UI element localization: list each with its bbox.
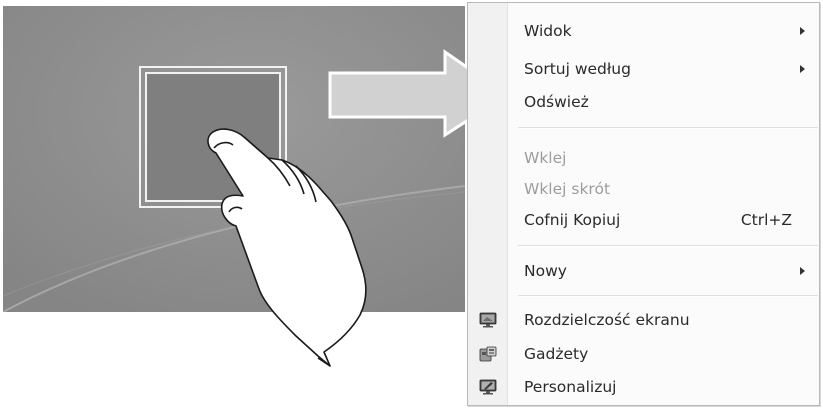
menu-separator	[518, 127, 818, 129]
menu-item-gadzety[interactable]: Gadżety	[468, 339, 819, 369]
gadgets-icon	[479, 346, 497, 362]
personalize-icon	[479, 379, 497, 395]
menu-item-cofnij-kopiuj[interactable]: Cofnij Kopiuj Ctrl+Z	[468, 205, 819, 235]
menu-item-label: Gadżety	[524, 345, 589, 363]
menu-item-label: Wklej skrót	[524, 180, 611, 198]
menu-item-label: Widok	[524, 22, 572, 40]
menu-item-sortuj-wedlug[interactable]: Sortuj według	[468, 54, 819, 84]
menu-item-label: Sortuj według	[524, 60, 631, 78]
menu-separator	[518, 295, 818, 297]
menu-item-label: Cofnij Kopiuj	[524, 211, 621, 229]
submenu-arrow-icon	[800, 27, 805, 35]
menu-item-widok[interactable]: Widok	[468, 16, 819, 46]
menu-item-nowy[interactable]: Nowy	[468, 256, 819, 286]
menu-item-label: Nowy	[524, 262, 567, 280]
menu-item-label: Rozdzielczość ekranu	[524, 311, 690, 329]
menu-item-wklej[interactable]: Wklej	[468, 143, 819, 173]
menu-item-personalizuj[interactable]: Personalizuj	[468, 372, 819, 402]
menu-item-wklej-skrot[interactable]: Wklej skrót	[468, 174, 819, 204]
menu-item-label: Wklej	[524, 149, 567, 167]
desktop-illustration	[3, 6, 465, 312]
menu-item-rozdzielczosc-ekranu[interactable]: Rozdzielczość ekranu	[468, 305, 819, 335]
menu-item-odswiez[interactable]: Odśwież	[468, 87, 819, 117]
shortcut-label: Ctrl+Z	[740, 211, 792, 229]
menu-item-label: Personalizuj	[524, 378, 617, 396]
screen-resolution-icon	[479, 312, 497, 328]
submenu-arrow-icon	[800, 65, 805, 73]
selected-desktop-area[interactable]	[139, 66, 287, 208]
menu-separator	[518, 245, 818, 247]
desktop-context-menu: Widok Sortuj według Odśwież Wklej Wklej …	[467, 2, 820, 406]
submenu-arrow-icon	[800, 267, 805, 275]
menu-item-label: Odśwież	[524, 93, 589, 111]
